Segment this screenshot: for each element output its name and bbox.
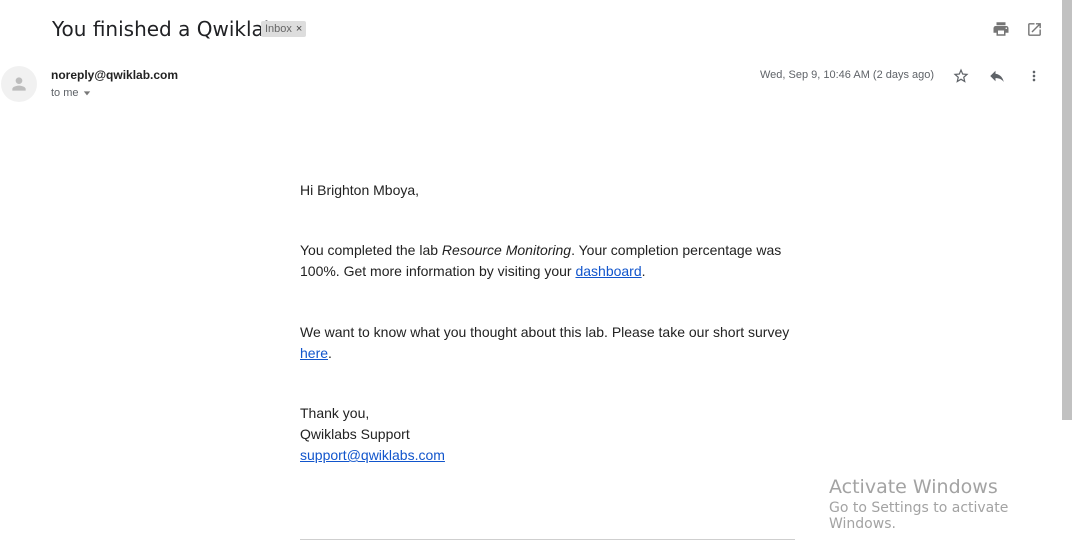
completion-paragraph: You completed the lab Resource Monitorin…	[300, 240, 800, 282]
email-subject: You finished a Qwiklab	[52, 17, 277, 41]
inbox-label-chip[interactable]: Inbox ×	[261, 21, 307, 37]
survey-link[interactable]: here	[300, 345, 328, 361]
person-avatar-icon	[1, 66, 37, 102]
email-date: Wed, Sep 9, 10:46 AM (2 days ago)	[760, 69, 935, 81]
sender-email: noreply@qwiklab.com	[51, 68, 179, 82]
watermark-title: Activate Windows	[829, 476, 998, 498]
caret-down-icon	[83, 91, 90, 96]
email-body: Hi Brighton Mboya, You completed the lab…	[300, 180, 800, 466]
survey-text: We want to know what you thought about t…	[300, 324, 790, 340]
greeting: Hi Brighton Mboya,	[300, 182, 420, 198]
more-vertical-icon[interactable]	[1024, 66, 1044, 86]
print-icon[interactable]	[991, 19, 1011, 39]
completion-text-start: You completed the lab	[300, 242, 442, 258]
signature: Qwiklabs Support	[300, 426, 410, 442]
recipient-details-toggle[interactable]: to me	[51, 87, 91, 99]
lab-name: Resource Monitoring	[441, 242, 572, 258]
survey-text-end: .	[328, 345, 332, 361]
recipient-label: to me	[51, 87, 79, 99]
inbox-label-text: Inbox	[265, 23, 292, 35]
survey-paragraph: We want to know what you thought about t…	[300, 322, 800, 364]
activate-windows-watermark: Activate Windows Go to Settings to activ…	[829, 476, 1078, 532]
remove-label-button[interactable]: ×	[296, 21, 302, 37]
watermark-subtitle: Go to Settings to activate Windows.	[829, 500, 1009, 532]
reply-icon[interactable]	[987, 66, 1007, 86]
star-icon[interactable]	[951, 66, 971, 86]
body-divider	[300, 539, 795, 540]
scrollbar-thumb[interactable]	[1062, 0, 1072, 420]
completion-text-end: .	[641, 263, 646, 279]
support-email-link[interactable]: support@qwiklabs.com	[300, 447, 445, 463]
dashboard-link[interactable]: dashboard	[575, 263, 641, 279]
open-in-new-window-icon[interactable]	[1024, 19, 1044, 39]
closing-line: Thank you,	[300, 405, 370, 421]
